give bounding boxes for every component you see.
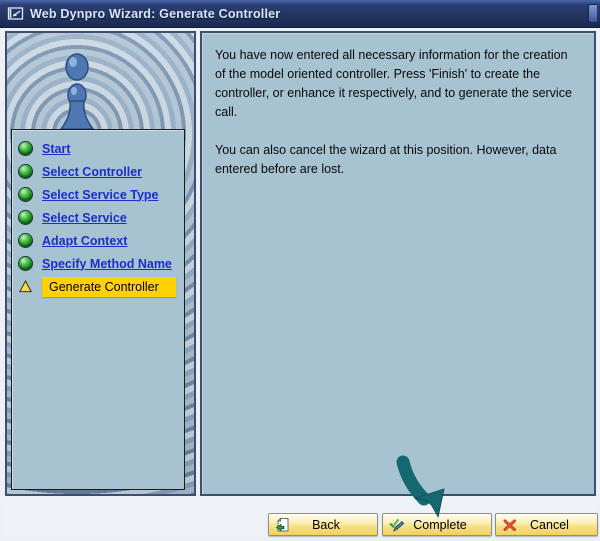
green-check-pencil-icon: [389, 518, 405, 532]
back-button[interactable]: Back: [268, 513, 378, 536]
step-done-icon: [19, 142, 32, 155]
wizard-dialog: Web Dynpro Wizard: Generate Controller S…: [0, 0, 600, 541]
wizard-step-specify-method-name[interactable]: Specify Method Name: [12, 252, 184, 275]
water-droplet-image: [60, 53, 94, 129]
wizard-step-select-controller[interactable]: Select Controller: [12, 160, 184, 183]
complete-button[interactable]: Complete: [382, 513, 492, 536]
step-done-icon: [19, 234, 32, 247]
wizard-step-link[interactable]: Select Controller: [42, 165, 142, 179]
complete-button-label: Complete: [413, 517, 467, 532]
wizard-step-select-service[interactable]: Select Service: [12, 206, 184, 229]
wizard-step-link[interactable]: Adapt Context: [42, 234, 127, 248]
titlebar-partial-button[interactable]: [588, 4, 597, 23]
step-done-icon: [19, 211, 32, 224]
step-done-icon: [19, 165, 32, 178]
wizard-steps-list: Start Select Controller Select Service T…: [11, 129, 185, 490]
cancel-button[interactable]: Cancel: [495, 513, 598, 536]
wizard-description-panel: You have now entered all necessary infor…: [200, 31, 596, 496]
cancel-button-label: Cancel: [530, 517, 569, 532]
wizard-roadmap-panel: Start Select Controller Select Service T…: [5, 31, 196, 496]
step-done-icon: [19, 257, 32, 270]
window-exit-icon: [7, 7, 24, 20]
back-button-label: Back: [312, 517, 340, 532]
step-done-icon: [19, 188, 32, 201]
description-paragraph-1: You have now entered all necessary infor…: [215, 48, 572, 119]
titlebar[interactable]: Web Dynpro Wizard: Generate Controller: [0, 0, 600, 28]
back-page-icon: [275, 516, 289, 531]
wizard-step-link[interactable]: Select Service Type: [42, 188, 159, 202]
description-paragraph-2: You can also cancel the wizard at this p…: [215, 143, 557, 176]
wizard-step-select-service-type[interactable]: Select Service Type: [12, 183, 184, 206]
wizard-step-generate-controller[interactable]: Generate Controller: [12, 275, 184, 298]
button-bar: Back Complete Cancel: [3, 497, 598, 537]
window-title: Web Dynpro Wizard: Generate Controller: [30, 6, 281, 21]
wizard-step-link[interactable]: Specify Method Name: [42, 257, 172, 271]
wizard-step-link[interactable]: Select Service: [42, 211, 127, 225]
wizard-step-start[interactable]: Start: [12, 137, 184, 160]
red-x-icon: [503, 519, 516, 531]
wizard-step-link[interactable]: Start: [42, 142, 70, 156]
step-active-icon: [19, 280, 32, 293]
wizard-step-adapt-context[interactable]: Adapt Context: [12, 229, 184, 252]
active-step-label: Generate Controller: [42, 276, 176, 297]
